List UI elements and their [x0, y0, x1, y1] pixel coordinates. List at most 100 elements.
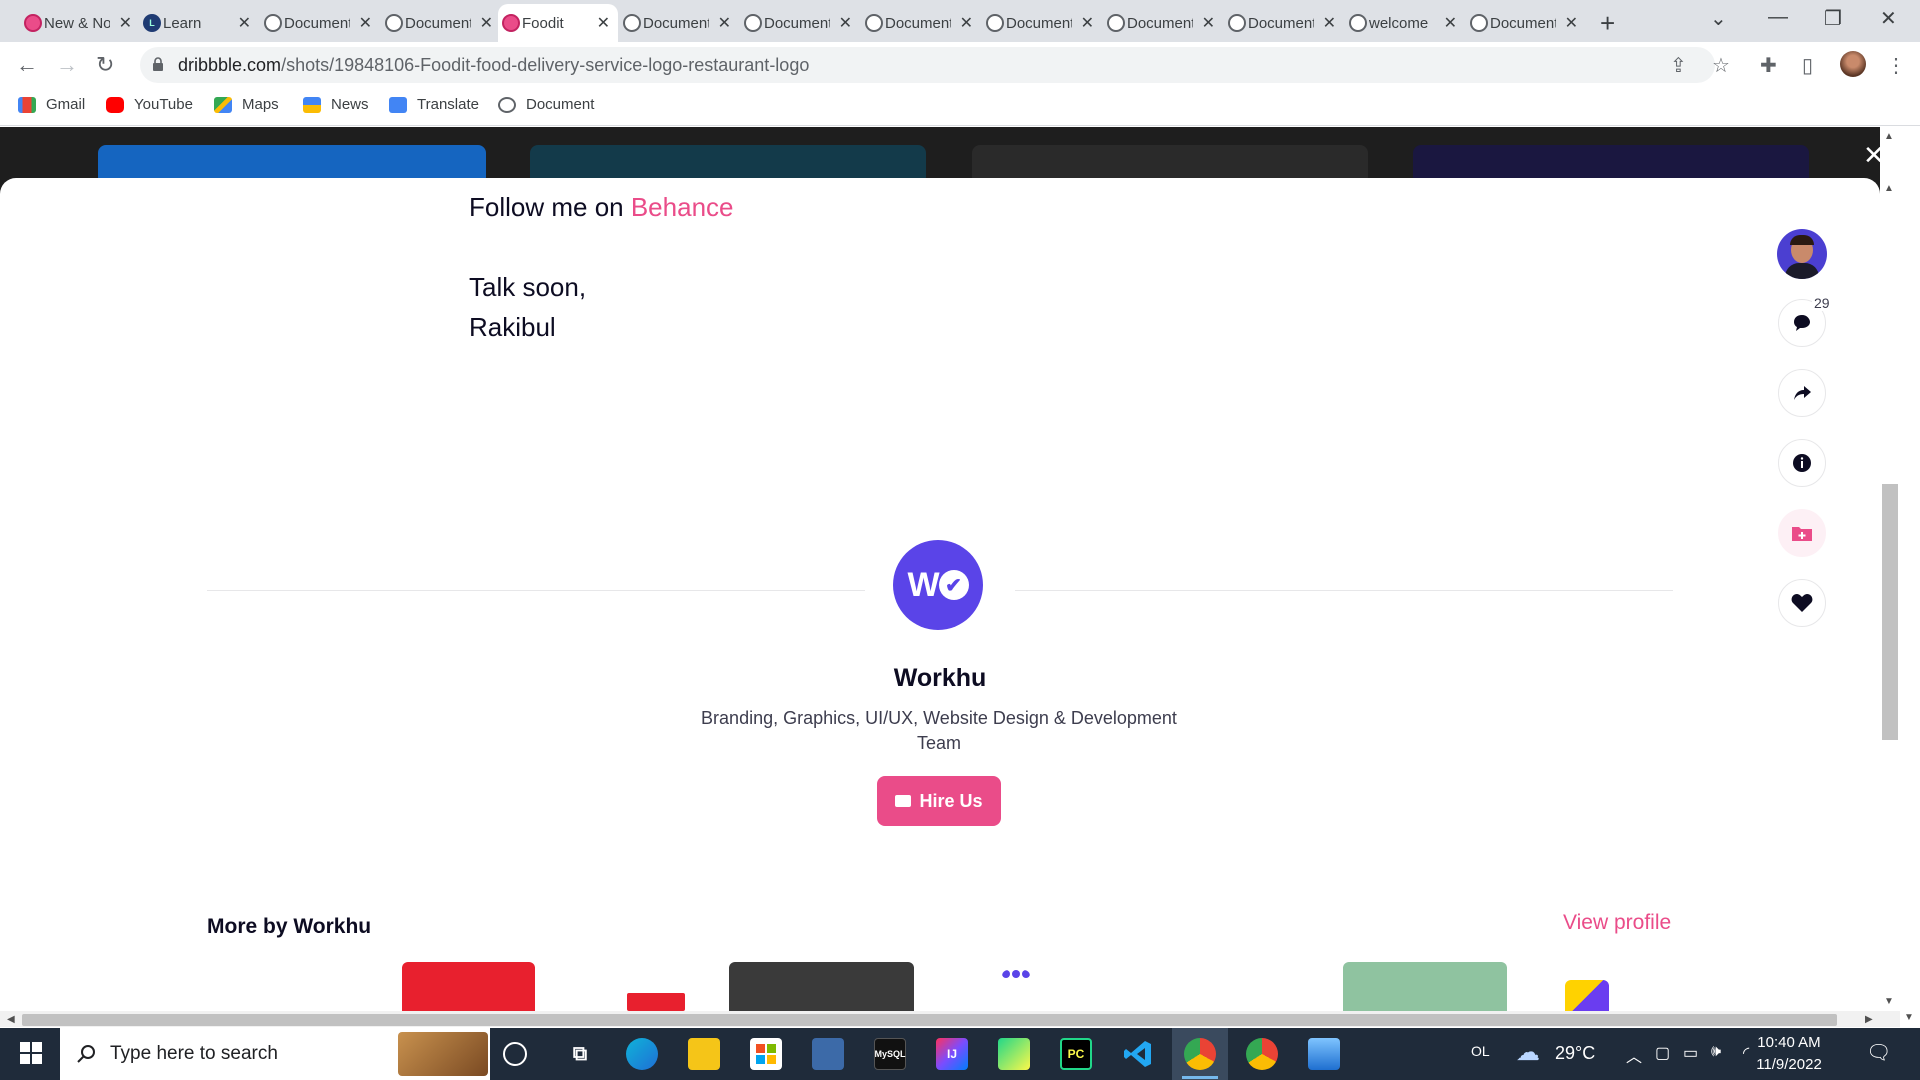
- tab-search-icon[interactable]: ⌄: [1710, 6, 1727, 31]
- browser-tab[interactable]: Document ✕: [1224, 4, 1344, 42]
- browser-tab[interactable]: Document ✕: [1466, 4, 1586, 42]
- hire-us-button[interactable]: Hire Us: [877, 776, 1001, 826]
- file-explorer-icon[interactable]: [688, 1038, 720, 1070]
- menu-icon[interactable]: ⋮: [1886, 53, 1906, 78]
- vertical-scrollbar-thumb[interactable]: [1882, 484, 1898, 740]
- shot-thumbnail[interactable]: [627, 993, 685, 1011]
- browser-tab[interactable]: Document ✕: [740, 4, 860, 42]
- browser-tab[interactable]: New & Noteworthy ✕: [20, 4, 140, 42]
- shot-thumbnail[interactable]: [1565, 980, 1609, 1012]
- tab-close-icon[interactable]: ✕: [839, 13, 852, 33]
- scroll-down-arrow-icon[interactable]: ▼: [1904, 1012, 1914, 1023]
- tab-close-icon[interactable]: ✕: [1565, 13, 1578, 33]
- like-button[interactable]: [1778, 579, 1826, 627]
- device-icon[interactable]: ▢: [1655, 1043, 1670, 1063]
- volume-icon[interactable]: 🕪: [1711, 1043, 1721, 1061]
- details-button[interactable]: [1778, 439, 1826, 487]
- bookmark-translate[interactable]: Translate: [389, 96, 479, 113]
- designer-avatar[interactable]: [1777, 229, 1827, 279]
- shot-thumbnail[interactable]: [402, 962, 535, 1012]
- tab-close-icon[interactable]: ✕: [718, 13, 731, 33]
- view-profile-link[interactable]: View profile: [1563, 911, 1671, 935]
- shot-thumbnail[interactable]: [1343, 962, 1507, 1012]
- url-text[interactable]: dribbble.com/shots/19848106-Foodit-food-…: [178, 55, 809, 76]
- microsoft-store-icon[interactable]: [750, 1038, 782, 1070]
- tab-close-icon[interactable]: ✕: [359, 13, 372, 33]
- restore-icon[interactable]: ❐: [1824, 6, 1842, 31]
- url-host: dribbble.com: [178, 55, 282, 75]
- browser-tab[interactable]: L Learn ✕: [139, 4, 259, 42]
- shot-thumbnail[interactable]: [729, 962, 914, 1012]
- browser-tab[interactable]: Document ✕: [260, 4, 380, 42]
- shot-thumbnail[interactable]: [1002, 970, 1030, 978]
- scroll-up-arrow-icon[interactable]: ▲: [1884, 183, 1894, 194]
- taskbar-search-placeholder[interactable]: Type here to search: [110, 1043, 278, 1065]
- reload-icon[interactable]: ↻: [96, 52, 114, 78]
- team-description: Branding, Graphics, UI/UX, Website Desig…: [701, 708, 1177, 753]
- youtube-icon: [106, 96, 124, 113]
- chrome-icon[interactable]: [1184, 1038, 1216, 1070]
- browser-tab[interactable]: Document ✕: [1103, 4, 1223, 42]
- scroll-right-arrow-icon[interactable]: ▶: [1865, 1014, 1873, 1025]
- tab-close-icon[interactable]: ✕: [1323, 13, 1336, 33]
- team-name[interactable]: Workhu: [0, 664, 1880, 693]
- battery-icon[interactable]: ▭: [1683, 1043, 1698, 1063]
- tab-close-icon[interactable]: ✕: [119, 13, 132, 33]
- tab-close-icon[interactable]: ✕: [1444, 13, 1457, 33]
- chrome-icon[interactable]: [1246, 1038, 1278, 1070]
- tab-close-icon[interactable]: ✕: [238, 13, 251, 33]
- bookmark-star-icon[interactable]: ☆: [1712, 53, 1730, 78]
- side-panel-icon[interactable]: ▯: [1802, 53, 1813, 78]
- forward-icon[interactable]: →: [56, 52, 78, 78]
- tab-close-icon[interactable]: ✕: [1081, 13, 1094, 33]
- tab-close-icon[interactable]: ✕: [597, 13, 610, 33]
- photos-icon[interactable]: [1308, 1038, 1340, 1070]
- profile-avatar[interactable]: [1840, 51, 1866, 77]
- active-indicator: [1182, 1076, 1218, 1079]
- task-view-icon[interactable]: ⧉: [564, 1038, 596, 1070]
- tray-label[interactable]: OL: [1471, 1043, 1490, 1059]
- temperature-text[interactable]: 29°C: [1555, 1043, 1595, 1064]
- windows-start-icon[interactable]: [20, 1042, 42, 1064]
- clock[interactable]: 10:40 AM 11/9/2022: [1743, 1032, 1835, 1076]
- close-window-icon[interactable]: ✕: [1880, 6, 1897, 31]
- back-icon[interactable]: ←: [16, 52, 38, 78]
- intellij-icon[interactable]: IJ: [936, 1038, 968, 1070]
- edge-icon[interactable]: [626, 1038, 658, 1070]
- browser-tab[interactable]: Document ✕: [381, 4, 501, 42]
- extensions-icon[interactable]: ✚: [1760, 53, 1777, 78]
- weather-cloud-icon[interactable]: ☁: [1516, 1038, 1540, 1067]
- browser-tab[interactable]: Foodit ✕: [498, 4, 618, 42]
- mysql-workbench-icon[interactable]: [812, 1038, 844, 1070]
- show-hidden-icons-icon[interactable]: ︿: [1626, 1043, 1642, 1067]
- save-to-collection-button[interactable]: [1778, 509, 1826, 557]
- tab-close-icon[interactable]: ✕: [960, 13, 973, 33]
- cortana-icon[interactable]: [503, 1042, 527, 1066]
- horizontal-scrollbar-thumb[interactable]: [22, 1014, 1837, 1026]
- browser-tab[interactable]: Document ✕: [982, 4, 1102, 42]
- browser-tab[interactable]: Document ✕: [861, 4, 981, 42]
- bookmark-maps[interactable]: Maps: [214, 96, 279, 113]
- scroll-down-arrow-icon[interactable]: ▼: [1884, 996, 1894, 1007]
- bookmark-news[interactable]: News: [303, 96, 369, 113]
- mysql-cli-icon[interactable]: MySQL: [874, 1038, 906, 1070]
- share-icon[interactable]: ⇪: [1670, 53, 1687, 78]
- pycharm-icon[interactable]: PC: [1060, 1038, 1092, 1070]
- browser-tab[interactable]: welcome ✕: [1345, 4, 1465, 42]
- minimize-icon[interactable]: —: [1768, 6, 1788, 29]
- notifications-icon[interactable]: 🗨: [1866, 1040, 1891, 1065]
- new-tab-button[interactable]: +: [1600, 8, 1615, 39]
- tab-close-icon[interactable]: ✕: [480, 13, 493, 33]
- bookmark-gmail[interactable]: Gmail: [18, 96, 85, 113]
- browser-tab[interactable]: Document ✕: [619, 4, 739, 42]
- bookmark-document[interactable]: Document: [498, 96, 594, 113]
- tab-close-icon[interactable]: ✕: [1202, 13, 1215, 33]
- workhu-avatar[interactable]: W ✔: [893, 540, 983, 630]
- scroll-left-arrow-icon[interactable]: ◀: [7, 1014, 15, 1025]
- share-button[interactable]: [1778, 369, 1826, 417]
- vscode-icon[interactable]: [1122, 1038, 1154, 1070]
- scroll-up-arrow-icon[interactable]: ▲: [1884, 131, 1894, 142]
- bookmark-youtube[interactable]: YouTube: [106, 96, 193, 113]
- pycharm-edu-icon[interactable]: [998, 1038, 1030, 1070]
- behance-link[interactable]: Behance: [631, 192, 734, 222]
